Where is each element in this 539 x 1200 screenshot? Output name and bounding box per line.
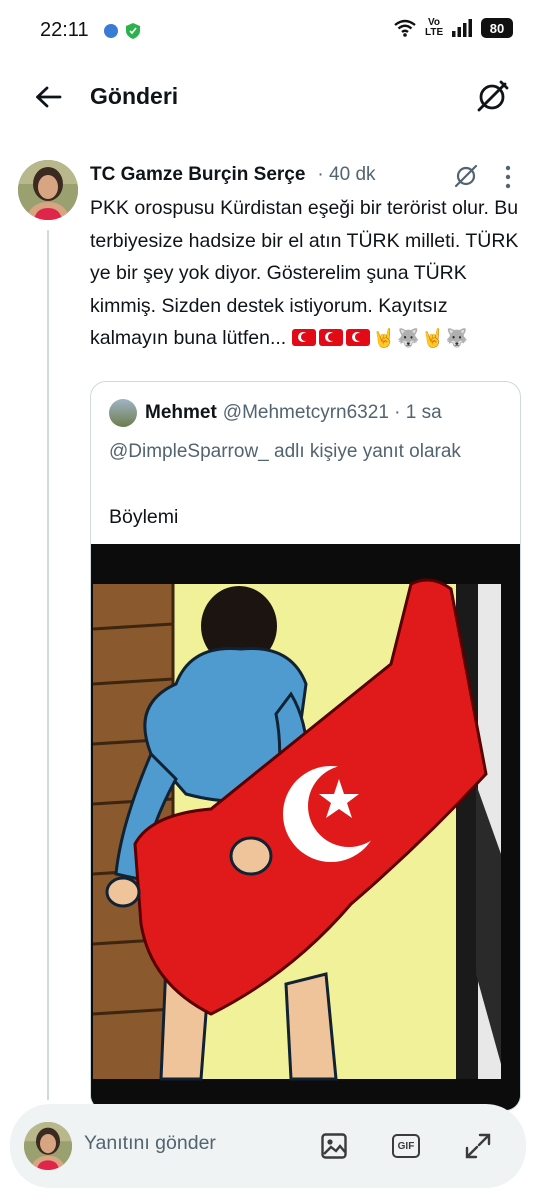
battery-level: 80 (489, 20, 505, 36)
thread-line (47, 230, 49, 1100)
status-time: 22:11 (40, 19, 89, 41)
reply-context[interactable]: @DimpleSparrow_ adlı kişiye yanıt olarak (109, 436, 509, 467)
avatar[interactable] (18, 160, 78, 220)
reply-composer: Yanıtını gönder GIF (10, 1104, 526, 1188)
wolf-icon: 🐺 (445, 328, 469, 348)
cartoon-flag-image (91, 544, 520, 1110)
signal-icon (452, 19, 472, 37)
wolf-icon: 🐺 (397, 328, 420, 348)
reply-input[interactable]: Yanıtını gönder (84, 1132, 216, 1155)
network-label: Vo LTE (425, 17, 444, 38)
reply-avatar (24, 1122, 72, 1170)
turkey-flag-icon (345, 329, 370, 346)
turkey-flag-icon (291, 329, 316, 346)
quoted-tweet[interactable]: Mehmet @Mehmetcyrn6321 · 1 sa @DimpleSpar… (90, 381, 521, 1111)
app-notification-icon (104, 24, 118, 38)
tweet-time[interactable]: · 40 dk (317, 164, 375, 186)
grok-icon[interactable] (473, 78, 511, 116)
turkey-flag-icon (318, 329, 343, 346)
gif-icon: GIF (392, 1134, 420, 1158)
expand-icon (465, 1133, 491, 1159)
tweet-text: PKK orospusu Kürdistan eşeği bir teröris… (90, 192, 530, 355)
quoted-meta: @Mehmetcyrn6321 · 1 sa (222, 402, 442, 423)
rock-hand-icon: 🤘 (372, 328, 396, 348)
quoted-header: Mehmet @Mehmetcyrn6321 · 1 sa (145, 402, 442, 424)
avatar-image (18, 160, 78, 220)
arrow-left-icon (36, 86, 62, 108)
quoted-author-name[interactable]: Mehmet (145, 402, 217, 423)
page-title: Gönderi (90, 83, 179, 109)
more-options-icon[interactable] (500, 164, 516, 190)
wifi-icon (394, 19, 416, 37)
back-button[interactable] (30, 80, 66, 114)
reply-avatar-image (24, 1122, 72, 1170)
volte-indicator: Vo LTE (425, 18, 443, 38)
quoted-text: Böylemi (109, 506, 179, 528)
status-bar: 22:11 Vo LTE 80 (0, 0, 539, 60)
tweet-header: TC Gamze Burçin Serçe · 40 dk (90, 164, 376, 186)
media-button[interactable] (318, 1130, 350, 1162)
tweet-emojis: 🤘 🐺 🤘 🐺 (291, 327, 471, 349)
gif-button[interactable]: GIF (390, 1130, 422, 1162)
author-name[interactable]: TC Gamze Burçin Serçe (90, 164, 305, 186)
rock-hand-icon: 🤘 (421, 328, 444, 348)
image-icon (321, 1133, 347, 1159)
expand-button[interactable] (462, 1130, 494, 1162)
grok-explain-icon[interactable] (452, 162, 480, 190)
status-indicators: Vo LTE 80 (393, 18, 513, 38)
quoted-image[interactable] (91, 544, 520, 1110)
battery-icon: 80 (481, 18, 513, 38)
shield-icon (126, 23, 140, 39)
quoted-avatar[interactable] (109, 399, 137, 427)
top-app-bar: Gönderi (0, 62, 539, 132)
